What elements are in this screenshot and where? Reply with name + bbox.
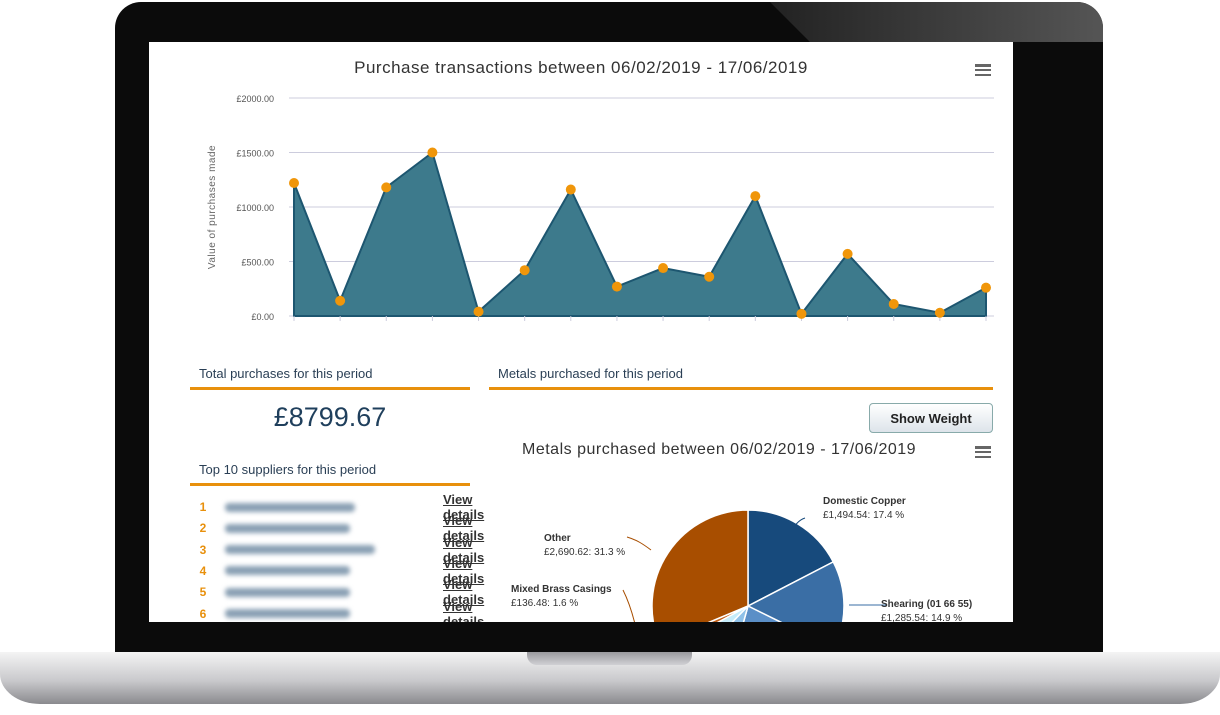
pie-connector <box>622 589 635 622</box>
pie-label-domestic-copper: Domestic Copper £1,494.54: 17.4 % <box>823 496 906 521</box>
laptop-notch <box>527 652 692 665</box>
pie-connector <box>626 536 652 551</box>
pie-label-other: Other £2,690.62: 31.3 % <box>544 533 626 558</box>
bezel-glare <box>770 2 1103 42</box>
pie-label-shearing: Shearing (01 66 55) £1,285.54: 14.9 % <box>881 599 973 622</box>
dashboard-screen: Purchase transactions between 06/02/2019… <box>149 42 1013 622</box>
pie-slice[interactable] <box>651 509 749 622</box>
pie-label-mixed-brass: Mixed Brass Casings £136.48: 1.6 % <box>511 584 612 609</box>
